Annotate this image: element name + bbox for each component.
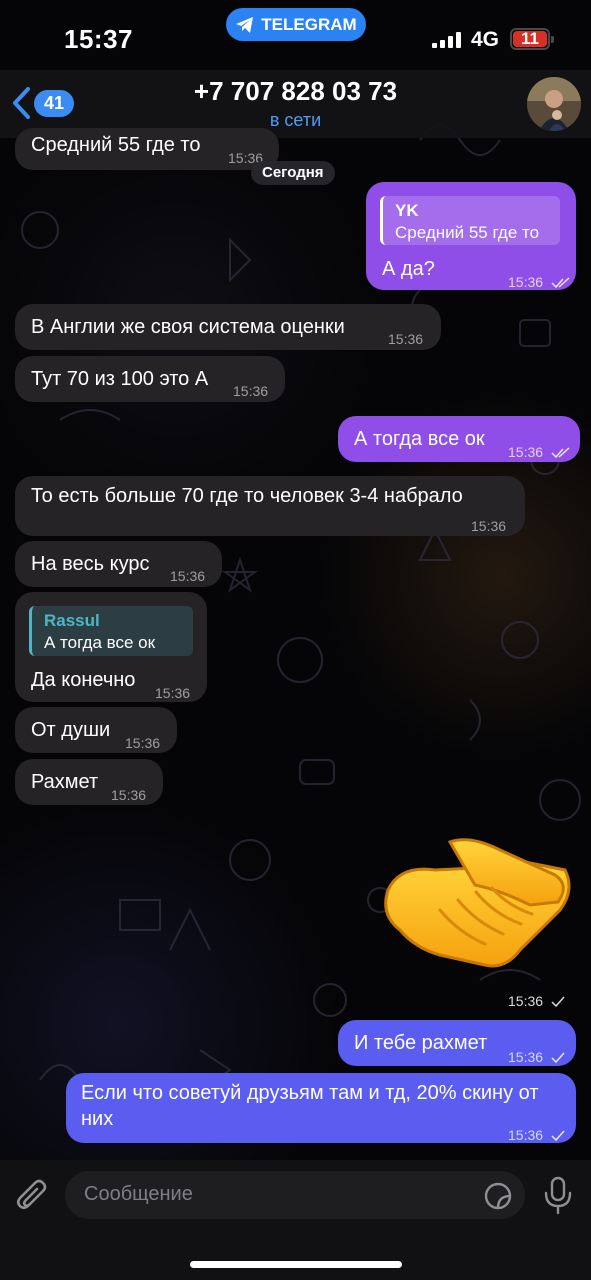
message-time: 15:36 — [155, 685, 191, 701]
single-check-icon — [551, 1052, 565, 1064]
double-check-icon — [551, 277, 570, 289]
clock: 15:37 — [64, 24, 133, 54]
status-bar: 15:37 TELEGRAM 4G 11 — [0, 0, 591, 70]
message-outgoing[interactable]: А тогда все ок 15:36 — [338, 416, 580, 462]
message-meta: 15:36 — [508, 439, 571, 465]
message-incoming[interactable]: Тут 70 из 100 это А 15:36 — [15, 356, 285, 402]
message-time: 15:36 — [111, 787, 147, 803]
single-check-icon — [551, 1130, 565, 1142]
message-incoming[interactable]: Средний 55 где то 15:36 — [15, 128, 279, 170]
message-input-placeholder: Сообщение — [84, 1183, 193, 1205]
message-meta: 15:36 — [508, 269, 571, 295]
message-incoming[interactable]: На весь курс 15:36 — [15, 541, 222, 587]
telegram-icon — [236, 16, 254, 33]
message-meta: 15:36 — [508, 1044, 565, 1070]
double-check-icon — [551, 447, 570, 459]
reply-author: YK — [395, 201, 419, 220]
message-outgoing[interactable]: И тебе рахмет 15:36 — [338, 1020, 576, 1066]
message-text: Рахмет — [31, 771, 99, 793]
date-separator: Сегодня — [251, 161, 335, 185]
message-outgoing[interactable]: Если что советуй друзьям там и тд, 20% с… — [66, 1073, 576, 1143]
message-text: От души — [31, 719, 111, 741]
telegram-return-pill[interactable]: TELEGRAM — [226, 8, 366, 41]
telegram-pill-label: TELEGRAM — [261, 14, 357, 34]
message-time: 15:36 — [170, 568, 206, 584]
message-time: 15:36 — [508, 1127, 544, 1143]
home-indicator — [190, 1261, 402, 1268]
message-text: А да? — [382, 258, 435, 280]
microphone-icon — [544, 1176, 572, 1215]
message-input[interactable]: Сообщение — [65, 1171, 525, 1219]
message-incoming[interactable]: Рахмет 15:36 — [15, 759, 163, 805]
sticker-button[interactable] — [483, 1181, 513, 1216]
message-time: 15:36 — [233, 383, 269, 399]
battery-icon: 11 — [510, 28, 554, 50]
message-text: Тут 70 из 100 это А — [31, 368, 209, 390]
message-time: 15:36 — [508, 1049, 544, 1065]
message-text: А тогда все ок — [354, 428, 485, 450]
message-time: 15:36 — [388, 331, 424, 347]
message-text: Если что советуй друзьям там и тд, 20% с… — [81, 1082, 539, 1130]
message-text: Средний 55 где то — [31, 134, 201, 156]
handshake-sticker — [384, 838, 571, 968]
message-incoming[interactable]: От души 15:36 — [15, 707, 177, 753]
message-time: 15:36 — [508, 993, 544, 1009]
sticker-icon — [484, 1182, 512, 1210]
avatar[interactable] — [527, 77, 581, 131]
reply-quote[interactable]: YK Средний 55 где то — [380, 196, 560, 245]
avatar-photo — [527, 77, 581, 131]
paperclip-icon — [16, 1179, 47, 1210]
message-text: На весь курс — [31, 553, 150, 575]
signal-icon — [432, 32, 461, 48]
reply-quote[interactable]: Rassul А тогда все ок — [29, 606, 193, 656]
message-incoming[interactable]: Rassul А тогда все ок Да конечно 15:36 — [15, 592, 207, 702]
message-incoming[interactable]: В Англии же своя система оценки 15:36 — [15, 304, 441, 350]
message-time: 15:36 — [508, 274, 544, 290]
attach-button[interactable] — [16, 1178, 50, 1219]
chat-title[interactable]: +7 707 828 03 73 — [0, 76, 591, 107]
message-meta: 15:36 — [508, 1122, 565, 1148]
message-time: 15:36 — [125, 735, 161, 751]
reply-author: Rassul — [44, 611, 100, 630]
message-text: В Англии же своя система оценки — [31, 316, 345, 338]
message-incoming[interactable]: То есть больше 70 где то человек 3-4 наб… — [15, 476, 525, 536]
single-check-icon — [551, 996, 565, 1008]
voice-record-button[interactable] — [541, 1175, 575, 1220]
message-outgoing[interactable]: YK Средний 55 где то А да? 15:36 — [366, 182, 576, 290]
message-time: 15:36 — [508, 444, 544, 460]
message-text: Да конечно — [31, 669, 136, 691]
message-time: 15:36 — [471, 518, 507, 534]
message-text: И тебе рахмет — [354, 1032, 488, 1054]
reply-text: А тогда все ок — [44, 633, 156, 652]
battery-level: 11 — [513, 29, 547, 48]
reply-text: Средний 55 где то — [395, 223, 540, 242]
message-text: То есть больше 70 где то человек 3-4 наб… — [31, 485, 463, 507]
message-meta: 15:36 — [508, 993, 565, 1009]
handshake-emoji[interactable] — [380, 830, 576, 980]
network-type: 4G — [471, 28, 500, 51]
